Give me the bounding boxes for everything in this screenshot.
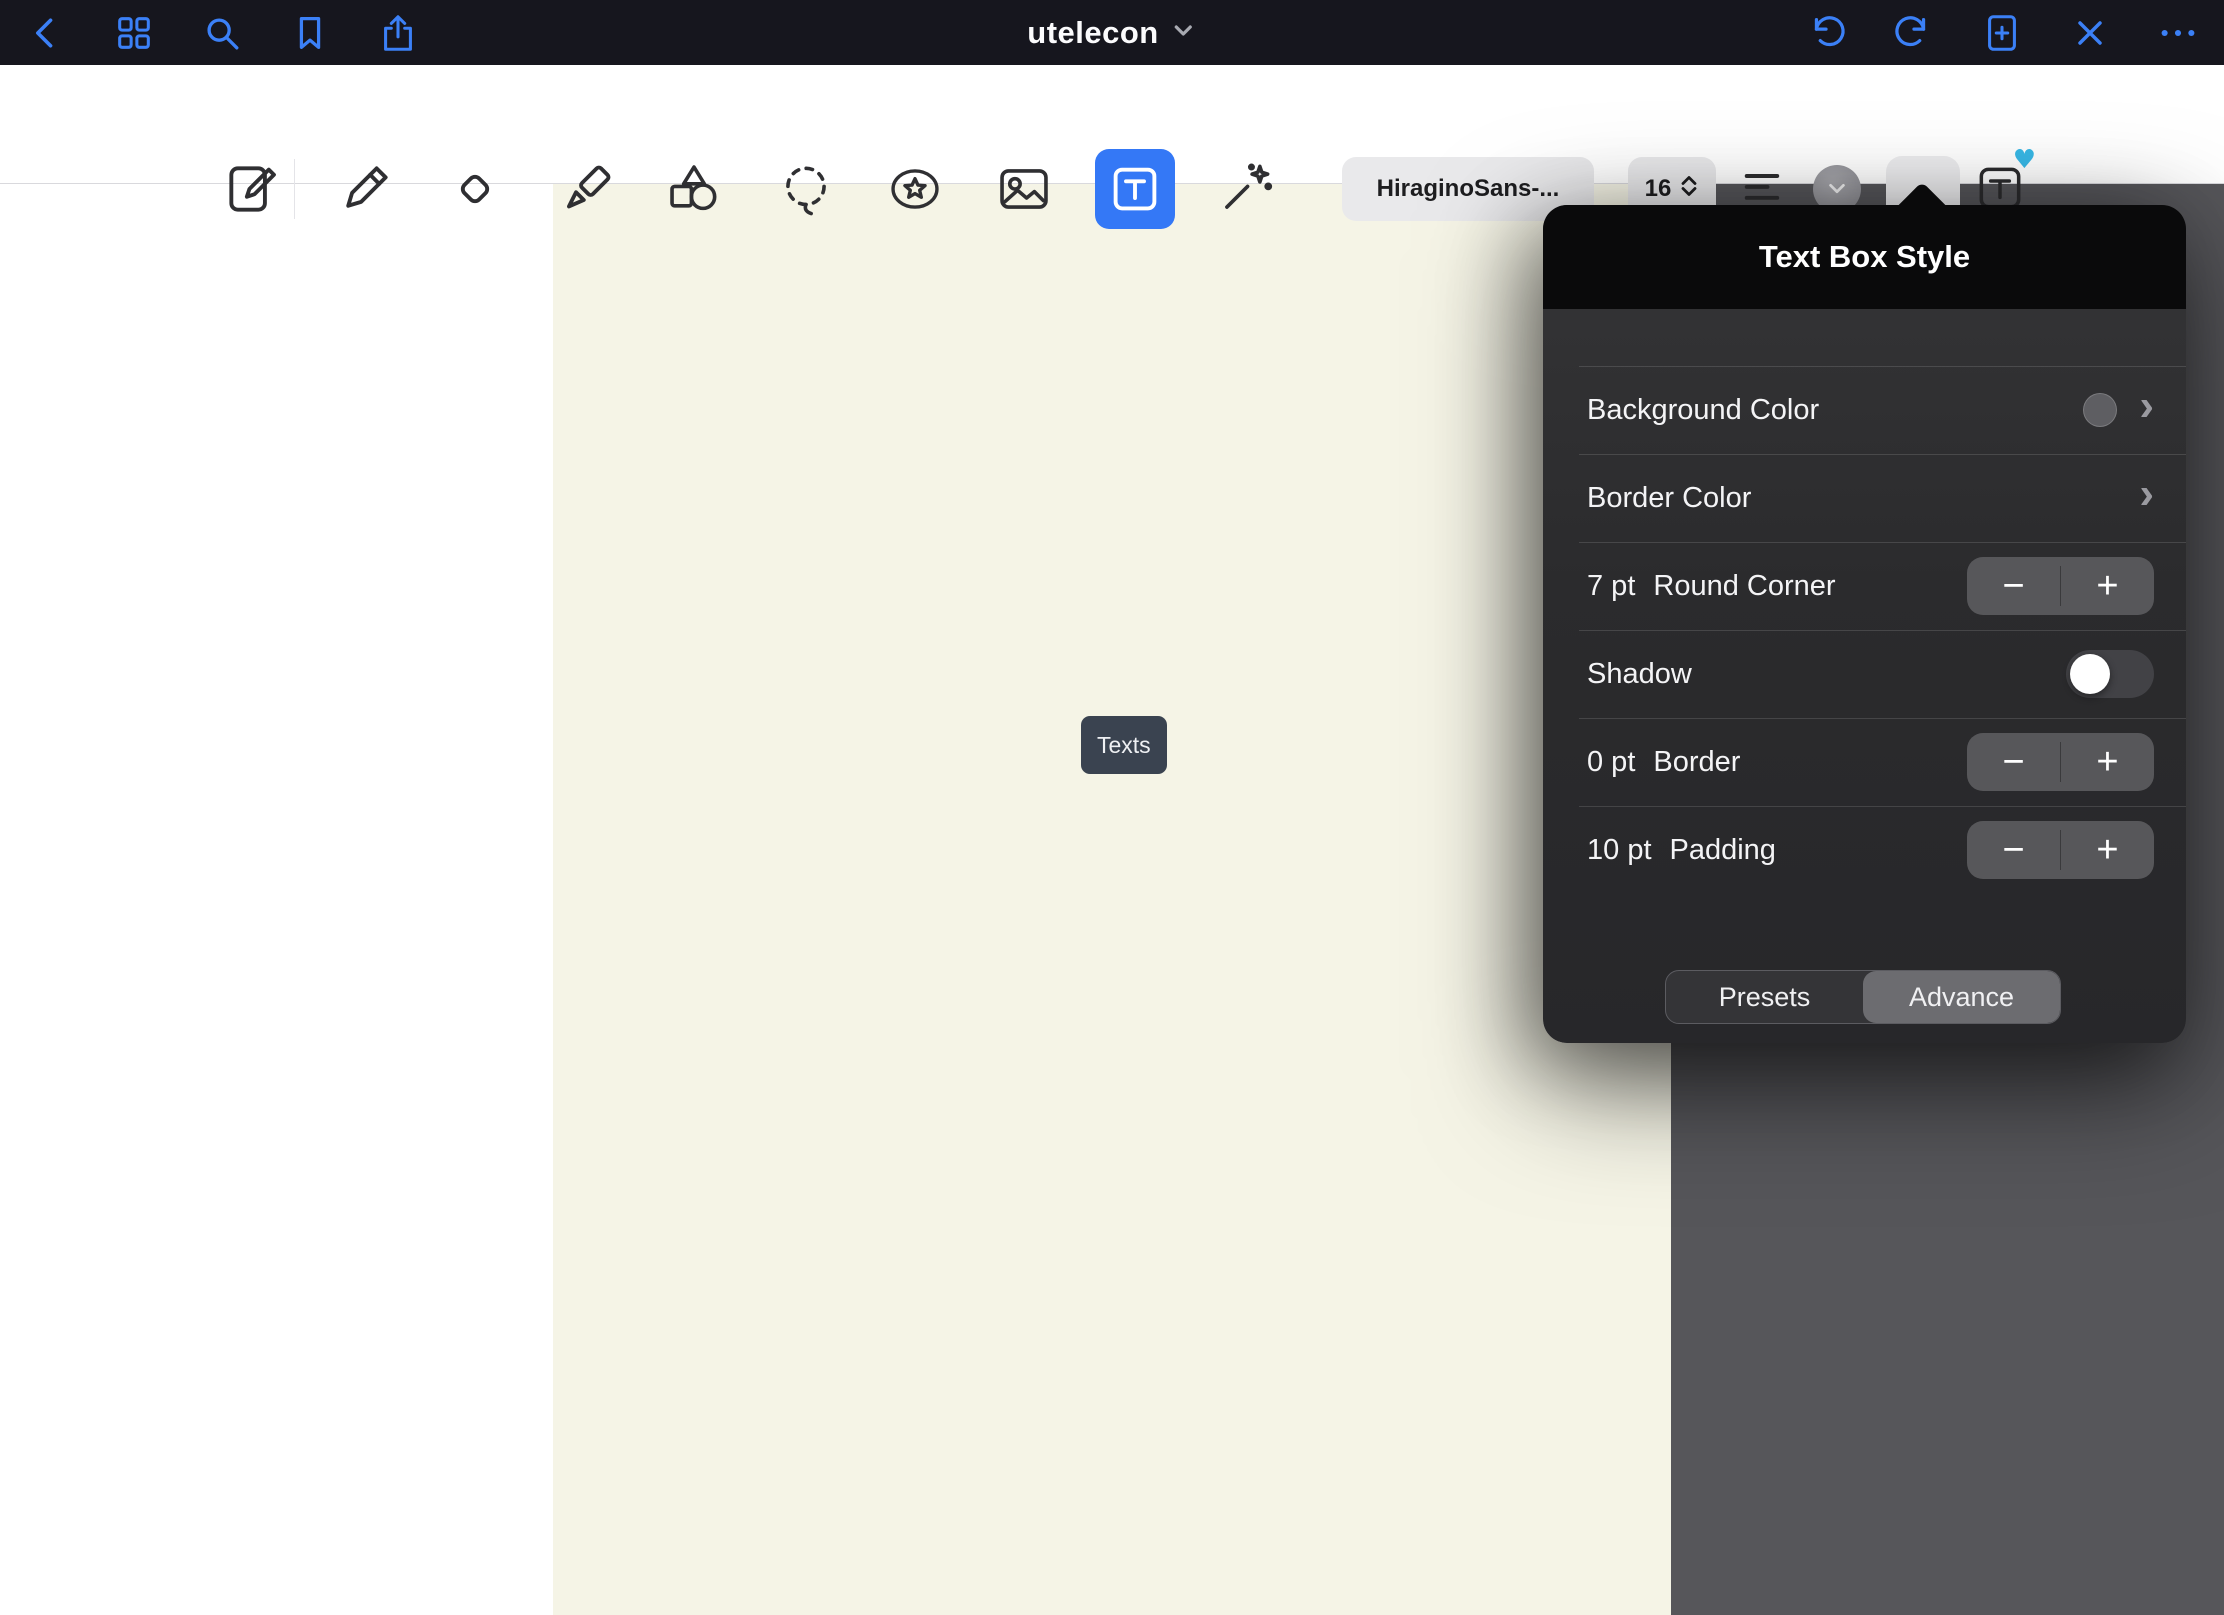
grid-icon — [113, 12, 155, 54]
border-stepper: − + — [1967, 733, 2154, 791]
row-padding: 10 pt Padding − + — [1543, 806, 2186, 894]
chevron-right-icon: › — [2139, 472, 2154, 516]
shapes-tool[interactable] — [658, 153, 730, 225]
topbar-right-group — [1804, 11, 2200, 55]
highlighter-tool[interactable] — [551, 153, 623, 225]
border-increase-button[interactable]: + — [2061, 733, 2154, 791]
stepper-chevrons-icon — [1679, 174, 1699, 205]
laser-pointer-tool[interactable] — [1209, 153, 1281, 225]
document-title-button[interactable]: utelecon — [1027, 0, 1196, 65]
padding-increase-button[interactable]: + — [2061, 821, 2154, 879]
text-box-style-popup: Text Box Style Background Color › Border… — [1543, 205, 2186, 1043]
presets-tab[interactable]: Presets — [1666, 971, 1863, 1023]
undo-icon — [1805, 12, 1847, 54]
tool-bar: HiraginoSans-... 16 ♥ — [0, 65, 2224, 184]
share-button[interactable] — [376, 11, 420, 55]
pen-icon — [334, 158, 396, 220]
add-page-button[interactable] — [1980, 11, 2024, 55]
eraser-icon — [444, 158, 506, 220]
style-mode-segmented-control: Presets Advance — [1665, 970, 2061, 1024]
star-sticker-icon — [884, 158, 946, 220]
more-button[interactable] — [2156, 11, 2200, 55]
round-corner-label: Round Corner — [1653, 570, 1835, 603]
padding-stepper: − + — [1967, 821, 2154, 879]
chevron-down-icon — [1171, 17, 1197, 48]
font-size-value: 16 — [1645, 175, 1672, 203]
lasso-tool[interactable] — [770, 153, 842, 225]
page-edit-icon — [221, 158, 283, 220]
laser-pointer-icon — [1214, 158, 1276, 220]
style-badge-icon: ♥ — [2013, 147, 2036, 173]
border-value: 0 pt — [1587, 746, 1635, 779]
close-icon — [2070, 13, 2110, 53]
shadow-label: Shadow — [1587, 658, 1692, 691]
border-label: Border — [1653, 746, 1740, 779]
add-page-icon — [1981, 12, 2023, 54]
toggle-knob — [2070, 654, 2110, 694]
document-title: utelecon — [1027, 15, 1158, 51]
toolbar-divider — [294, 159, 295, 219]
round-corner-value: 7 pt — [1587, 570, 1635, 603]
row-round-corner: 7 pt Round Corner − + — [1543, 542, 2186, 630]
search-button[interactable] — [200, 11, 244, 55]
search-icon — [201, 12, 243, 54]
popup-header: Text Box Style — [1543, 205, 2186, 309]
row-border-color[interactable]: Border Color › — [1543, 454, 2186, 542]
lasso-icon — [775, 158, 837, 220]
close-button[interactable] — [2068, 11, 2112, 55]
shadow-toggle[interactable] — [2066, 650, 2154, 698]
share-icon — [377, 12, 419, 54]
eraser-tool[interactable] — [439, 153, 511, 225]
font-name-label: HiraginoSans-... — [1377, 175, 1560, 203]
padding-value: 10 pt — [1587, 834, 1652, 867]
row-background-color[interactable]: Background Color › — [1543, 366, 2186, 454]
text-box-icon — [1104, 158, 1166, 220]
chevron-right-icon: › — [2139, 384, 2154, 428]
background-color-swatch — [2083, 393, 2117, 427]
text-tool[interactable] — [1095, 149, 1175, 229]
highlighter-icon — [556, 158, 618, 220]
background-color-label: Background Color — [1587, 394, 1819, 427]
border-color-label: Border Color — [1587, 482, 1751, 515]
thumbnails-button[interactable] — [112, 11, 156, 55]
chevron-left-icon — [26, 11, 66, 55]
sticker-tool[interactable] — [879, 153, 951, 225]
bookmark-icon — [289, 12, 331, 54]
row-border: 0 pt Border − + — [1543, 718, 2186, 806]
border-decrease-button[interactable]: − — [1967, 733, 2060, 791]
topbar-left-group — [24, 11, 420, 55]
redo-button[interactable] — [1892, 11, 1936, 55]
selected-text-object[interactable]: Texts — [1081, 716, 1167, 774]
back-button[interactable] — [24, 11, 68, 55]
redo-icon — [1893, 12, 1935, 54]
note-page[interactable] — [553, 184, 1671, 1615]
undo-button[interactable] — [1804, 11, 1848, 55]
read-mode-tool[interactable] — [216, 153, 288, 225]
round-corner-increase-button[interactable]: + — [2061, 557, 2154, 615]
popup-rows: Background Color › Border Color › 7 pt R… — [1543, 366, 2186, 894]
photo-icon — [993, 158, 1055, 220]
ellipsis-icon — [2157, 12, 2199, 54]
top-navigation-bar: utelecon — [0, 0, 2224, 65]
shapes-icon — [663, 158, 725, 220]
popup-title: Text Box Style — [1759, 239, 1970, 275]
advance-tab[interactable]: Advance — [1863, 971, 2060, 1023]
photo-tool[interactable] — [988, 153, 1060, 225]
padding-label: Padding — [1670, 834, 1776, 867]
round-corner-decrease-button[interactable]: − — [1967, 557, 2060, 615]
round-corner-stepper: − + — [1967, 557, 2154, 615]
pen-tool[interactable] — [329, 153, 401, 225]
row-shadow: Shadow — [1543, 630, 2186, 718]
bookmark-button[interactable] — [288, 11, 332, 55]
canvas-margin-left — [0, 184, 553, 1615]
padding-decrease-button[interactable]: − — [1967, 821, 2060, 879]
